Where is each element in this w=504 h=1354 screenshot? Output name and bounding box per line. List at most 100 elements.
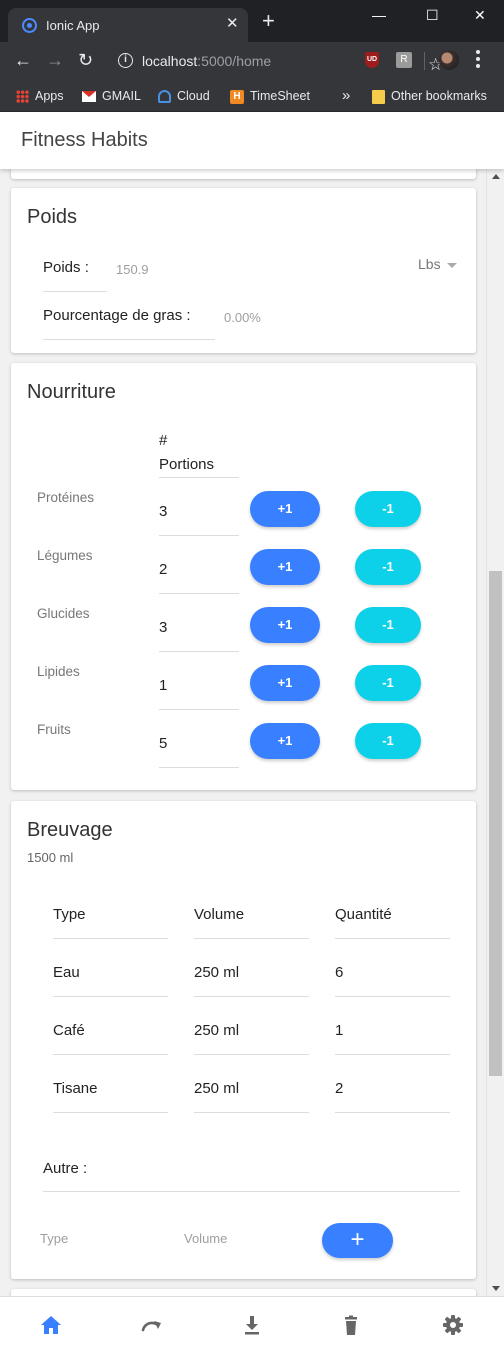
unit-select[interactable]: Lbs (418, 256, 457, 272)
forward-icon[interactable]: → (46, 50, 64, 70)
table-divider (335, 938, 450, 939)
food-portions[interactable]: 3 (159, 503, 167, 520)
bookmark-apps[interactable]: Apps (16, 86, 64, 106)
volume-input[interactable]: Volume (184, 1231, 227, 1246)
info-icon[interactable]: i (118, 53, 133, 68)
chevron-down-icon (446, 262, 457, 268)
poids-underline (43, 291, 107, 292)
table-divider (194, 938, 309, 939)
table-header-type: Type (53, 906, 86, 923)
gmail-icon (82, 91, 96, 103)
table-divider (194, 1112, 309, 1113)
page-scrollbar[interactable] (486, 169, 504, 1296)
url-text[interactable]: localhost:5000/home (142, 53, 271, 69)
trash-icon (345, 1315, 357, 1335)
table-divider (53, 996, 168, 997)
drink-type: Eau (53, 964, 80, 981)
drink-volume: 250 ml (194, 1080, 240, 1097)
scroll-up-icon[interactable] (492, 174, 500, 179)
portions-underline (159, 477, 239, 478)
increment-button[interactable]: +1 (250, 665, 320, 701)
gras-value[interactable]: 0.00% (224, 310, 261, 325)
tab-close-icon[interactable]: ✕ (226, 16, 239, 32)
table-divider (335, 1112, 450, 1113)
browser-titlebar: Ionic App ✕ + — ☐ ✕ (0, 0, 504, 42)
decrement-button[interactable]: -1 (355, 607, 421, 643)
browser-tab[interactable]: Ionic App ✕ (8, 8, 248, 42)
increment-button[interactable]: +1 (250, 549, 320, 585)
table-divider (335, 1054, 450, 1055)
drink-type: Tisane (53, 1080, 98, 1097)
toolbar-divider (424, 52, 425, 70)
food-label: Légumes (37, 548, 93, 563)
food-underline (159, 593, 239, 594)
portions-hash: # (159, 432, 168, 449)
food-portions[interactable]: 5 (159, 735, 167, 752)
decrement-button[interactable]: -1 (355, 723, 421, 759)
reload-icon[interactable]: ↻ (78, 50, 93, 70)
next-card (11, 1289, 476, 1296)
food-underline (159, 709, 239, 710)
bookmark-timesheet[interactable]: H TimeSheet (230, 86, 310, 106)
bookmark-cloud[interactable]: Cloud (158, 86, 210, 106)
profile-avatar[interactable] (439, 50, 459, 70)
tab-home[interactable] (36, 1313, 66, 1337)
breuvage-total: 1500 ml (27, 850, 74, 865)
ionic-favicon-icon (22, 18, 37, 33)
scroll-down-icon[interactable] (492, 1286, 500, 1291)
content-scroll-area[interactable]: Poids Poids : 150.9 Lbs Pourcentage de g… (0, 169, 486, 1296)
r-extension-icon[interactable]: R (396, 52, 412, 68)
cloud-icon (158, 90, 171, 104)
increment-button[interactable]: +1 (250, 723, 320, 759)
poids-card: Poids Poids : 150.9 Lbs Pourcentage de g… (11, 188, 476, 353)
food-portions[interactable]: 3 (159, 619, 167, 636)
bookmarks-overflow-icon[interactable]: » (342, 86, 350, 106)
tab-download[interactable] (237, 1313, 267, 1337)
table-header-quantite: Quantité (335, 906, 392, 923)
type-input[interactable]: Type (40, 1231, 68, 1246)
tab-settings[interactable] (438, 1313, 468, 1337)
poids-label: Poids : (43, 259, 89, 276)
scrollbar-thumb[interactable] (489, 571, 502, 1076)
bookmark-other[interactable]: Other bookmarks (372, 86, 487, 106)
food-portions[interactable]: 2 (159, 561, 167, 578)
drink-quantity[interactable]: 2 (335, 1080, 343, 1097)
tab-delete[interactable] (336, 1313, 366, 1337)
food-label: Fruits (37, 722, 71, 737)
table-divider (335, 996, 450, 997)
decrement-button[interactable]: -1 (355, 549, 421, 585)
increment-button[interactable]: +1 (250, 607, 320, 643)
increment-button[interactable]: +1 (250, 491, 320, 527)
food-underline (159, 651, 239, 652)
poids-title: Poids (27, 206, 78, 228)
window-close-icon[interactable]: ✕ (474, 6, 486, 24)
drink-volume: 250 ml (194, 964, 240, 981)
food-underline (159, 767, 239, 768)
table-divider (53, 1112, 168, 1113)
home-icon (41, 1316, 61, 1334)
ublock-extension-icon[interactable]: UD (365, 52, 379, 68)
decrement-button[interactable]: -1 (355, 491, 421, 527)
food-portions[interactable]: 1 (159, 677, 167, 694)
poids-value[interactable]: 150.9 (116, 262, 149, 277)
maximize-icon[interactable]: ☐ (426, 6, 439, 24)
browser-toolbar: ← → ↻ i localhost:5000/home ☆ (0, 42, 504, 80)
page-title: Fitness Habits (21, 129, 148, 151)
bookmark-gmail[interactable]: GMAIL (82, 86, 141, 106)
food-label: Glucides (37, 606, 90, 621)
add-drink-button[interactable]: + (322, 1223, 393, 1258)
back-icon[interactable]: ← (14, 50, 32, 70)
settings-icon (443, 1315, 463, 1335)
decrement-button[interactable]: -1 (355, 665, 421, 701)
drink-volume: 250 ml (194, 1022, 240, 1039)
drink-quantity[interactable]: 1 (335, 1022, 343, 1039)
address-bar[interactable]: i localhost:5000/home ☆ (106, 47, 443, 75)
drink-quantity[interactable]: 6 (335, 964, 343, 981)
tab-redo[interactable] (137, 1313, 167, 1337)
table-divider (53, 1054, 168, 1055)
table-divider (194, 996, 309, 997)
folder-icon (372, 89, 385, 104)
browser-menu-icon[interactable] (476, 50, 480, 68)
new-tab-icon[interactable]: + (262, 10, 275, 32)
minimize-icon[interactable]: — (372, 6, 386, 24)
